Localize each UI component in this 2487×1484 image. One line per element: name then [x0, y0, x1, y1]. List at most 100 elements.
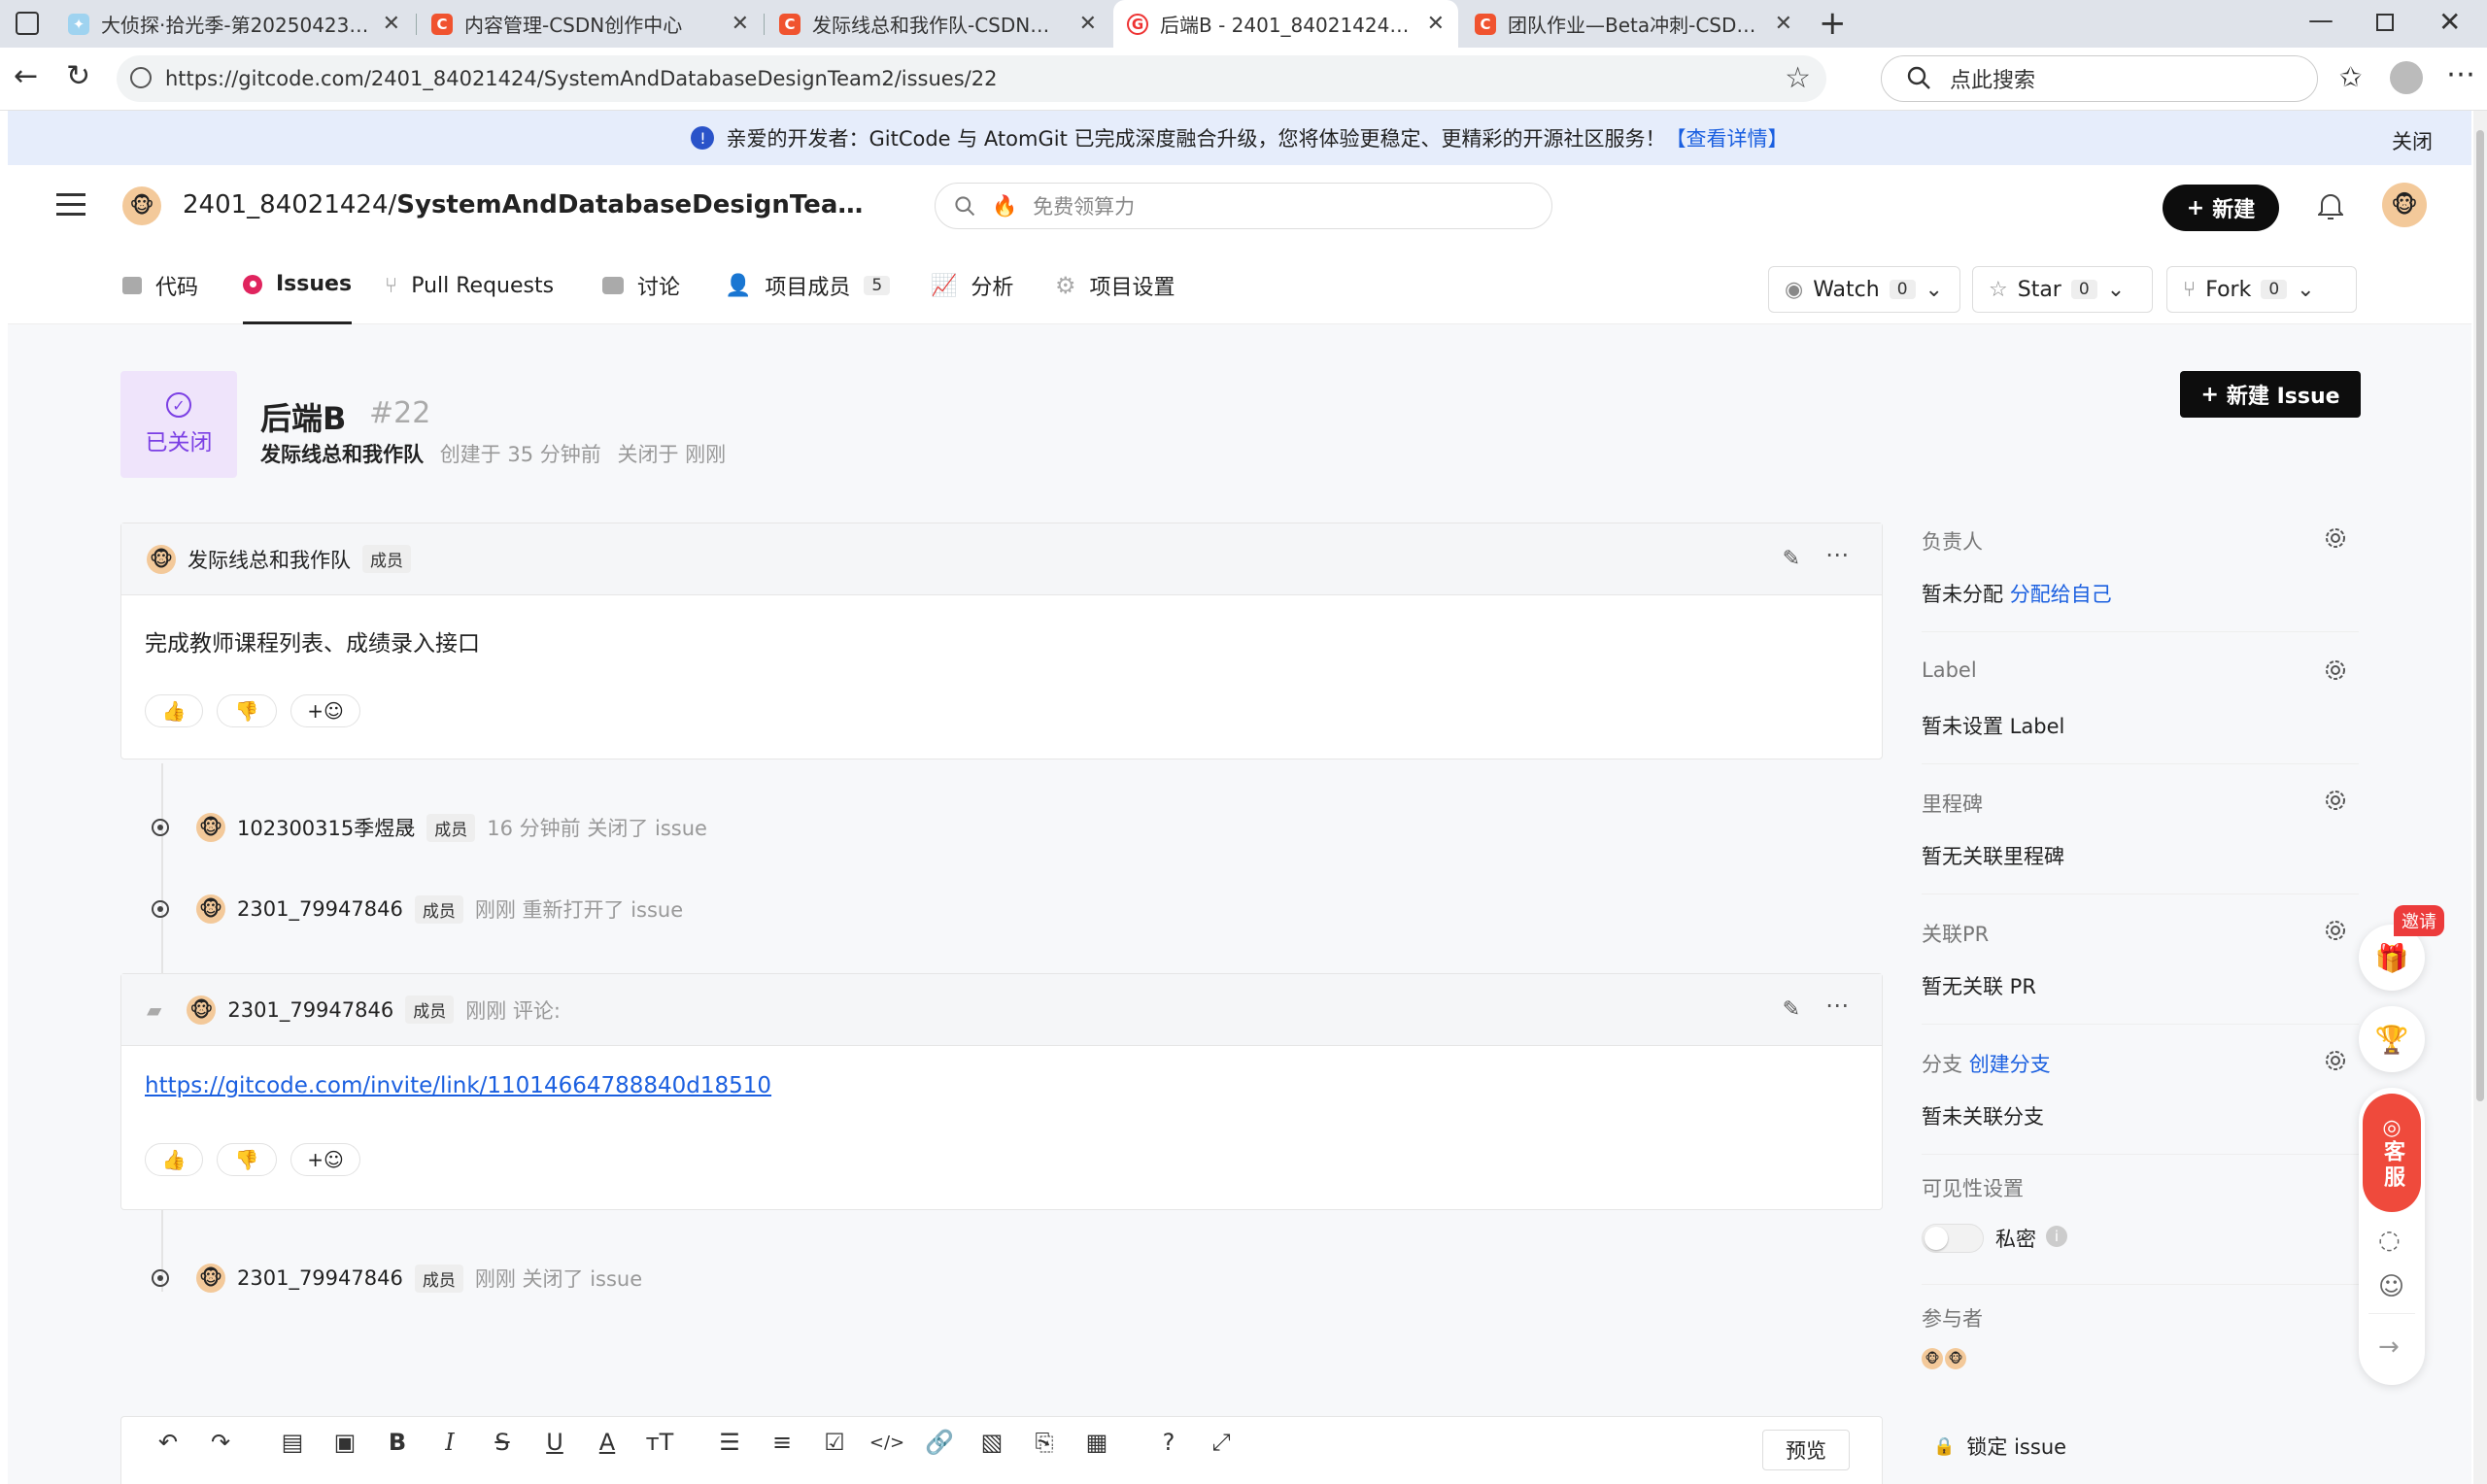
avatar[interactable]: 🐵 [1922, 1348, 1943, 1369]
comment-author[interactable]: 2301_79947846 [227, 998, 393, 1022]
tab-discussion[interactable]: 讨论 [602, 247, 680, 324]
create-branch-link[interactable]: 创建分支 [1969, 1053, 2051, 1076]
repo-path[interactable]: 2401_84021424/SystemAndDatabaseDesignTea… [183, 190, 863, 219]
invite-link[interactable]: https://gitcode.com/invite/link/11014664… [145, 1073, 771, 1098]
bold-icon[interactable]: B [383, 1428, 412, 1457]
add-reaction-button[interactable]: +☺ [290, 1143, 360, 1176]
preview-button[interactable]: 预览 [1762, 1430, 1850, 1470]
thumbs-down-reaction[interactable]: 👎 [217, 694, 277, 727]
collapse-arrow-icon[interactable]: → [2378, 1332, 2400, 1362]
avatar[interactable]: 🐵 [196, 813, 225, 842]
favorites-icon[interactable]: ✩ [2339, 61, 2362, 93]
close-icon[interactable]: ✕ [1079, 12, 1097, 36]
close-icon[interactable]: ✕ [383, 12, 400, 36]
bullet-list-icon[interactable]: ☰ [715, 1428, 744, 1457]
tab-code[interactable]: 代码 [122, 247, 198, 324]
tab-issues[interactable]: Issues [243, 247, 353, 324]
invite-badge[interactable]: 邀请 [2394, 905, 2444, 936]
lock-issue-button[interactable]: 🔒 锁定 issue [1933, 1432, 2066, 1461]
strikethrough-icon[interactable]: S [488, 1428, 517, 1457]
gear-icon[interactable] [2324, 526, 2347, 550]
attachment-icon[interactable]: ⎘ [1030, 1428, 1059, 1457]
site-info-icon[interactable] [130, 67, 152, 88]
window-close-icon[interactable]: ✕ [2438, 6, 2461, 38]
more-options-icon[interactable]: ⋯ [1825, 992, 1849, 1019]
more-options-icon[interactable]: ⋯ [1825, 541, 1849, 568]
edit-pencil-icon[interactable]: ✎ [1783, 997, 1800, 1022]
smile-icon[interactable]: ☺ [2378, 1272, 2404, 1301]
edit-pencil-icon[interactable]: ✎ [1783, 547, 1800, 571]
repo-avatar[interactable]: 🐵 [122, 186, 161, 225]
font-size-icon[interactable]: ᴛT [645, 1428, 674, 1457]
feedback-icon[interactable]: ◌ [2378, 1226, 2401, 1255]
tab-analysis[interactable]: 📈 分析 [931, 247, 1013, 324]
more-menu-icon[interactable]: ⋯ [2446, 57, 2475, 91]
trophy-float-button[interactable]: 🏆 [2359, 1006, 2425, 1072]
new-issue-button[interactable]: + 新建 Issue [2180, 371, 2361, 418]
url-field[interactable]: https://gitcode.com/2401_84021424/System… [117, 55, 1826, 102]
gear-icon[interactable] [2324, 1049, 2347, 1072]
close-icon[interactable]: ✕ [732, 12, 749, 36]
underline-icon[interactable]: U [540, 1428, 569, 1457]
customer-service-button[interactable]: ◎ 客服 [2363, 1094, 2421, 1212]
issue-author[interactable]: 发际线总和我作队 [260, 443, 424, 466]
avatar[interactable]: 🐵 [1945, 1348, 1966, 1369]
comment-author[interactable]: 发际线总和我作队 [187, 545, 351, 574]
event-user[interactable]: 102300315季煜晟 [237, 813, 415, 842]
close-icon[interactable]: ✕ [1427, 12, 1445, 36]
help-icon[interactable]: ? [1154, 1428, 1183, 1457]
tab-actions-icon[interactable] [16, 12, 39, 35]
event-user[interactable]: 2301_79947846 [237, 897, 403, 921]
font-color-icon[interactable]: A [593, 1428, 622, 1457]
repo-owner[interactable]: 2401_84021424/ [183, 190, 396, 219]
restore-icon[interactable] [2376, 14, 2394, 31]
fork-button[interactable]: ⑂ Fork 0 ⌄ [2166, 266, 2357, 313]
tab-settings[interactable]: ⚙ 项目设置 [1055, 247, 1175, 324]
scrollbar-track[interactable] [2473, 111, 2487, 1484]
avatar[interactable]: 🐵 [147, 544, 176, 574]
new-button[interactable]: + 新建 [2163, 185, 2279, 231]
thumbs-down-reaction[interactable]: 👎 [217, 1143, 277, 1176]
code-icon[interactable]: </> [869, 1428, 904, 1457]
chevron-down-icon[interactable]: ⌄ [2297, 278, 2314, 302]
private-toggle[interactable] [1922, 1224, 1984, 1253]
ordered-list-icon[interactable]: ≡ [767, 1428, 797, 1457]
reload-icon[interactable]: ↻ [66, 59, 90, 93]
avatar[interactable]: 🐵 [196, 1264, 225, 1293]
info-icon[interactable]: i [2046, 1226, 2067, 1247]
banner-details-link[interactable]: 【查看详情】 [1666, 123, 1789, 152]
tab-members[interactable]: 👤 项目成员 5 [725, 247, 891, 324]
add-reaction-button[interactable]: +☺ [290, 694, 360, 727]
new-tab-plus-icon[interactable]: + [1819, 4, 1847, 43]
browser-tab-1[interactable]: ✦ 大侦探·拾光季-第20250423期上石 ✕ [54, 0, 414, 48]
task-list-icon[interactable]: ☑ [820, 1428, 849, 1457]
thumbs-up-reaction[interactable]: 👍 [145, 694, 203, 727]
chevron-down-icon[interactable]: ⌄ [1925, 278, 1943, 302]
italic-icon[interactable]: I [435, 1428, 464, 1457]
redo-icon[interactable]: ↷ [206, 1428, 235, 1457]
bookmark-star-icon[interactable]: ☆ [1785, 61, 1811, 95]
header-search-input[interactable]: 🔥 免费领算力 [935, 183, 1552, 229]
link-icon[interactable]: 🔗 [925, 1428, 954, 1457]
hamburger-menu-icon[interactable] [56, 192, 85, 218]
minimize-icon[interactable]: — [2308, 6, 2334, 35]
table-icon[interactable]: ▦ [1082, 1428, 1111, 1457]
browser-search-box[interactable]: 点此搜索 [1881, 55, 2318, 102]
tab-pull-requests[interactable]: ⑂ Pull Requests [385, 247, 554, 324]
chevron-down-icon[interactable]: ⌄ [2107, 278, 2125, 302]
gear-icon[interactable] [2324, 789, 2347, 812]
close-icon[interactable]: ✕ [1775, 12, 1792, 36]
event-user[interactable]: 2301_79947846 [237, 1266, 403, 1290]
avatar[interactable]: 🐵 [187, 995, 217, 1025]
repo-name[interactable]: SystemAndDatabaseDesignTea… [396, 190, 863, 219]
thumbs-up-reaction[interactable]: 👍 [145, 1143, 203, 1176]
back-arrow-icon[interactable]: ← [14, 59, 38, 93]
paragraph-block-icon[interactable]: ▣ [330, 1428, 359, 1457]
heading-block-icon[interactable]: ▤ [278, 1428, 307, 1457]
browser-tab-4-active[interactable]: G 后端B - 2401_84021424/SystemAi ✕ [1113, 0, 1458, 48]
browser-tab-5[interactable]: C 团队作业—Beta冲刺-CSDN社区 ✕ [1461, 0, 1806, 48]
gear-icon[interactable] [2324, 658, 2347, 682]
undo-icon[interactable]: ↶ [153, 1428, 183, 1457]
browser-tab-2[interactable]: C 内容管理-CSDN创作中心 ✕ [418, 0, 763, 48]
banner-close-button[interactable]: 关闭 [2392, 126, 2433, 155]
